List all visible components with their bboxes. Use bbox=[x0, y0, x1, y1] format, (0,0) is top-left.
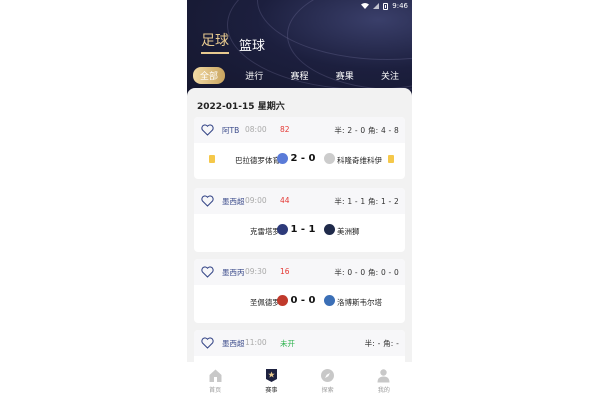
nav-label: 探索 bbox=[321, 387, 334, 394]
filter-live[interactable]: 进行 bbox=[238, 67, 270, 84]
home-team: 克雷塔罗 bbox=[250, 227, 280, 236]
nav-events[interactable]: 赛事 bbox=[246, 368, 296, 394]
match-minute: 44 bbox=[280, 196, 290, 205]
half-corner-stats: 半: - 角: - bbox=[364, 339, 399, 348]
nav-home[interactable]: 首页 bbox=[190, 368, 240, 394]
sport-tabs: 足球 篮球 bbox=[201, 30, 265, 54]
home-icon bbox=[209, 369, 222, 382]
filter-results[interactable]: 赛果 bbox=[329, 67, 361, 84]
date-header: 2022-01-15 星期六 bbox=[197, 102, 285, 112]
filter-schedule[interactable]: 赛程 bbox=[283, 67, 315, 84]
wifi-icon bbox=[361, 3, 370, 9]
half-corner-stats: 半: 0 - 0 角: 0 - 0 bbox=[334, 268, 399, 277]
home-team: 巴拉德罗体育 bbox=[235, 156, 280, 165]
status-bar: 9:46 bbox=[361, 1, 408, 11]
half-corner-stats: 半: 2 - 0 角: 4 - 8 bbox=[334, 126, 399, 135]
signal-icon bbox=[373, 3, 380, 9]
league-name: 墨西超 bbox=[222, 339, 245, 348]
away-team-logo-icon bbox=[324, 224, 335, 235]
nav-label: 赛事 bbox=[265, 387, 278, 394]
nav-profile[interactable]: 我的 bbox=[359, 368, 409, 394]
yellow-card-icon bbox=[388, 155, 394, 163]
match-card[interactable]: 阿TB 08:00 82 半: 2 - 0 角: 4 - 8 巴拉德罗体育 2 … bbox=[194, 117, 405, 179]
status-time: 9:46 bbox=[392, 2, 408, 10]
match-row: 圣佩德罗 0 - 0 洛博斯韦尔塔 bbox=[194, 293, 405, 313]
follow-heart-icon[interactable] bbox=[201, 266, 214, 278]
header-banner: 9:46 足球 篮球 全部 进行 赛程 赛果 关注 bbox=[187, 0, 412, 98]
battery-icon bbox=[383, 2, 389, 10]
tab-football[interactable]: 足球 bbox=[201, 30, 229, 54]
nav-label: 我的 bbox=[377, 387, 390, 394]
match-list: 2022-01-15 星期六 阿TB 08:00 82 半: 2 - 0 角: … bbox=[187, 88, 412, 370]
filter-tabs: 全部 进行 赛程 赛果 关注 bbox=[193, 67, 406, 84]
filter-all[interactable]: 全部 bbox=[193, 67, 226, 84]
match-row: 巴拉德罗体育 2 - 0 科隆奇维科伊 bbox=[194, 151, 405, 171]
away-team-logo-icon bbox=[324, 153, 335, 164]
home-team: 圣佩德罗 bbox=[250, 298, 280, 307]
match-minute: 82 bbox=[280, 125, 290, 134]
match-time: 09:00 bbox=[245, 196, 267, 205]
filter-following[interactable]: 关注 bbox=[374, 67, 406, 84]
match-row: 克雷塔罗 1 - 1 美洲狮 bbox=[194, 222, 405, 242]
away-team: 科隆奇维科伊 bbox=[337, 156, 382, 165]
tab-basketball[interactable]: 篮球 bbox=[239, 35, 265, 54]
match-time: 11:00 bbox=[245, 338, 267, 347]
match-card[interactable]: 墨西丙 09:30 16 半: 0 - 0 角: 0 - 0 圣佩德罗 0 - … bbox=[194, 259, 405, 323]
away-team: 洛博斯韦尔塔 bbox=[337, 298, 382, 307]
match-card[interactable]: 墨西超 09:00 44 半: 1 - 1 角: 1 - 2 克雷塔罗 1 - … bbox=[194, 188, 405, 252]
follow-heart-icon[interactable] bbox=[201, 124, 214, 136]
nav-explore[interactable]: 探索 bbox=[303, 368, 353, 394]
profile-icon bbox=[377, 369, 390, 383]
match-minute: 16 bbox=[280, 267, 290, 276]
match-score: 2 - 0 bbox=[290, 153, 316, 164]
half-corner-stats: 半: 1 - 1 角: 1 - 2 bbox=[334, 197, 399, 206]
match-score: 1 - 1 bbox=[290, 224, 316, 235]
league-name: 阿TB bbox=[222, 126, 240, 135]
phone-screen: 9:46 足球 篮球 全部 进行 赛程 赛果 关注 2022-01-15 星期六… bbox=[187, 0, 412, 400]
follow-heart-icon[interactable] bbox=[201, 337, 214, 349]
follow-heart-icon[interactable] bbox=[201, 195, 214, 207]
league-name: 墨西丙 bbox=[222, 268, 245, 277]
match-status: 未开 bbox=[280, 339, 295, 348]
away-team-logo-icon bbox=[324, 295, 335, 306]
nav-label: 首页 bbox=[209, 387, 222, 394]
events-icon bbox=[265, 369, 277, 382]
match-time: 08:00 bbox=[245, 125, 267, 134]
bottom-nav: 首页 赛事 探索 我的 bbox=[187, 362, 412, 400]
league-name: 墨西超 bbox=[222, 197, 245, 206]
match-score: 0 - 0 bbox=[290, 295, 316, 306]
yellow-card-icon bbox=[209, 155, 215, 163]
explore-icon bbox=[321, 369, 335, 382]
away-team: 美洲狮 bbox=[337, 227, 360, 236]
match-time: 09:30 bbox=[245, 267, 267, 276]
